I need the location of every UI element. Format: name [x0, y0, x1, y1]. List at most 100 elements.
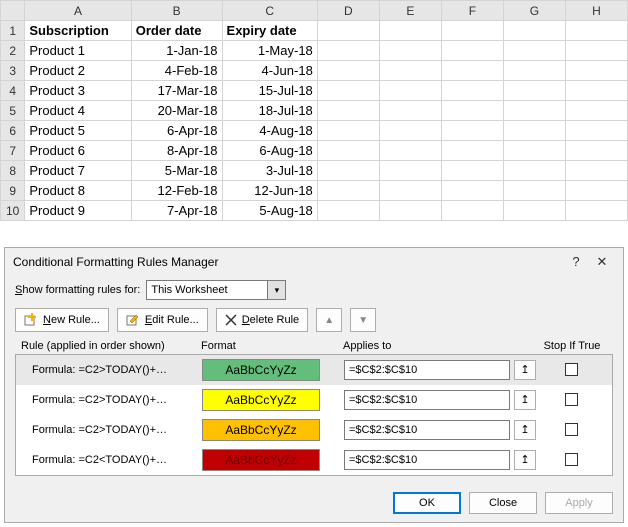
cell[interactable]: 5-Mar-18	[131, 161, 222, 181]
cell[interactable]: 12-Jun-18	[222, 181, 317, 201]
stop-if-true-checkbox[interactable]	[565, 393, 578, 406]
table-row[interactable]: 7Product 68-Apr-186-Aug-18	[1, 141, 628, 161]
applies-to-input[interactable]: =$C$2:$C$10	[344, 360, 510, 380]
rules-list[interactable]: Formula: =C2>TODAY()+…AaBbCcYyZz=$C$2:$C…	[15, 354, 613, 476]
cell[interactable]	[503, 21, 565, 41]
cell[interactable]	[503, 41, 565, 61]
range-picker-button[interactable]: ↥	[514, 360, 536, 380]
cell[interactable]	[317, 201, 379, 221]
cell[interactable]: 6-Aug-18	[222, 141, 317, 161]
stop-if-true-checkbox[interactable]	[565, 363, 578, 376]
row-header[interactable]: 1	[1, 21, 25, 41]
cell[interactable]	[503, 61, 565, 81]
applies-to-input[interactable]: =$C$2:$C$10	[344, 450, 510, 470]
cell[interactable]	[317, 21, 379, 41]
cell[interactable]: Product 9	[25, 201, 131, 221]
corner-cell[interactable]	[1, 1, 25, 21]
cell[interactable]	[379, 121, 441, 141]
cell[interactable]: 4-Feb-18	[131, 61, 222, 81]
col-header-F[interactable]: F	[441, 1, 503, 21]
applies-to-input[interactable]: =$C$2:$C$10	[344, 420, 510, 440]
cell[interactable]: Subscription	[25, 21, 131, 41]
cell[interactable]	[317, 101, 379, 121]
rule-row[interactable]: Formula: =C2>TODAY()+…AaBbCcYyZz=$C$2:$C…	[16, 355, 612, 385]
cell[interactable]	[503, 201, 565, 221]
help-button[interactable]: ?	[563, 252, 589, 272]
cell[interactable]: 4-Jun-18	[222, 61, 317, 81]
move-down-button[interactable]: ▼	[350, 308, 376, 332]
cell[interactable]: Product 8	[25, 181, 131, 201]
cell[interactable]	[565, 101, 627, 121]
cell[interactable]	[503, 181, 565, 201]
cell[interactable]	[503, 81, 565, 101]
table-row[interactable]: 3Product 24-Feb-184-Jun-18	[1, 61, 628, 81]
ok-button[interactable]: OK	[393, 492, 461, 514]
row-header[interactable]: 3	[1, 61, 25, 81]
cell[interactable]	[565, 121, 627, 141]
cell[interactable]	[441, 181, 503, 201]
cell[interactable]	[379, 181, 441, 201]
cell[interactable]	[441, 21, 503, 41]
delete-rule-button[interactable]: Delete Rule	[216, 308, 309, 332]
cell[interactable]: 4-Aug-18	[222, 121, 317, 141]
col-header-H[interactable]: H	[565, 1, 627, 21]
cell[interactable]	[441, 41, 503, 61]
cell[interactable]: 20-Mar-18	[131, 101, 222, 121]
cell[interactable]	[379, 61, 441, 81]
cell[interactable]	[379, 101, 441, 121]
col-header-G[interactable]: G	[503, 1, 565, 21]
cell[interactable]	[565, 141, 627, 161]
cell[interactable]	[503, 141, 565, 161]
col-header-B[interactable]: B	[131, 1, 222, 21]
range-picker-button[interactable]: ↥	[514, 390, 536, 410]
applies-to-input[interactable]: =$C$2:$C$10	[344, 390, 510, 410]
row-header[interactable]: 8	[1, 161, 25, 181]
stop-if-true-checkbox[interactable]	[565, 423, 578, 436]
cell[interactable]: Product 1	[25, 41, 131, 61]
cell[interactable]: 1-Jan-18	[131, 41, 222, 61]
col-header-E[interactable]: E	[379, 1, 441, 21]
cell[interactable]: Product 7	[25, 161, 131, 181]
row-header[interactable]: 4	[1, 81, 25, 101]
row-header[interactable]: 5	[1, 101, 25, 121]
cell[interactable]	[565, 201, 627, 221]
cell[interactable]	[565, 21, 627, 41]
cell[interactable]	[441, 101, 503, 121]
table-row[interactable]: 10Product 97-Apr-185-Aug-18	[1, 201, 628, 221]
apply-button[interactable]: Apply	[545, 492, 613, 514]
rule-row[interactable]: Formula: =C2<TODAY()+…AaBbCcYyZz=$C$2:$C…	[16, 445, 612, 475]
row-header[interactable]: 9	[1, 181, 25, 201]
rule-row[interactable]: Formula: =C2>TODAY()+…AaBbCcYyZz=$C$2:$C…	[16, 415, 612, 445]
cell[interactable]	[317, 161, 379, 181]
cell[interactable]: 1-May-18	[222, 41, 317, 61]
table-row[interactable]: 1SubscriptionOrder dateExpiry date	[1, 21, 628, 41]
new-rule-button[interactable]: New Rule...	[15, 308, 109, 332]
cell[interactable]: 8-Apr-18	[131, 141, 222, 161]
table-row[interactable]: 4Product 317-Mar-1815-Jul-18	[1, 81, 628, 101]
table-row[interactable]: 9Product 812-Feb-1812-Jun-18	[1, 181, 628, 201]
cell[interactable]	[503, 121, 565, 141]
cell[interactable]	[317, 121, 379, 141]
cell[interactable]: Order date	[131, 21, 222, 41]
cell[interactable]: 7-Apr-18	[131, 201, 222, 221]
cell[interactable]	[565, 161, 627, 181]
cell[interactable]	[317, 181, 379, 201]
cell[interactable]	[441, 201, 503, 221]
cell[interactable]	[441, 161, 503, 181]
cell[interactable]: Product 2	[25, 61, 131, 81]
cell[interactable]	[441, 81, 503, 101]
cell[interactable]	[441, 61, 503, 81]
scope-select[interactable]: This Worksheet ▾	[146, 280, 286, 300]
cell[interactable]	[565, 41, 627, 61]
cell[interactable]	[379, 201, 441, 221]
cell[interactable]	[503, 161, 565, 181]
cell[interactable]	[317, 81, 379, 101]
cell[interactable]	[317, 61, 379, 81]
cell[interactable]	[379, 141, 441, 161]
row-header[interactable]: 10	[1, 201, 25, 221]
cell[interactable]	[317, 41, 379, 61]
cell[interactable]: 6-Apr-18	[131, 121, 222, 141]
cell[interactable]: Product 6	[25, 141, 131, 161]
cell[interactable]	[565, 61, 627, 81]
cell[interactable]	[379, 41, 441, 61]
